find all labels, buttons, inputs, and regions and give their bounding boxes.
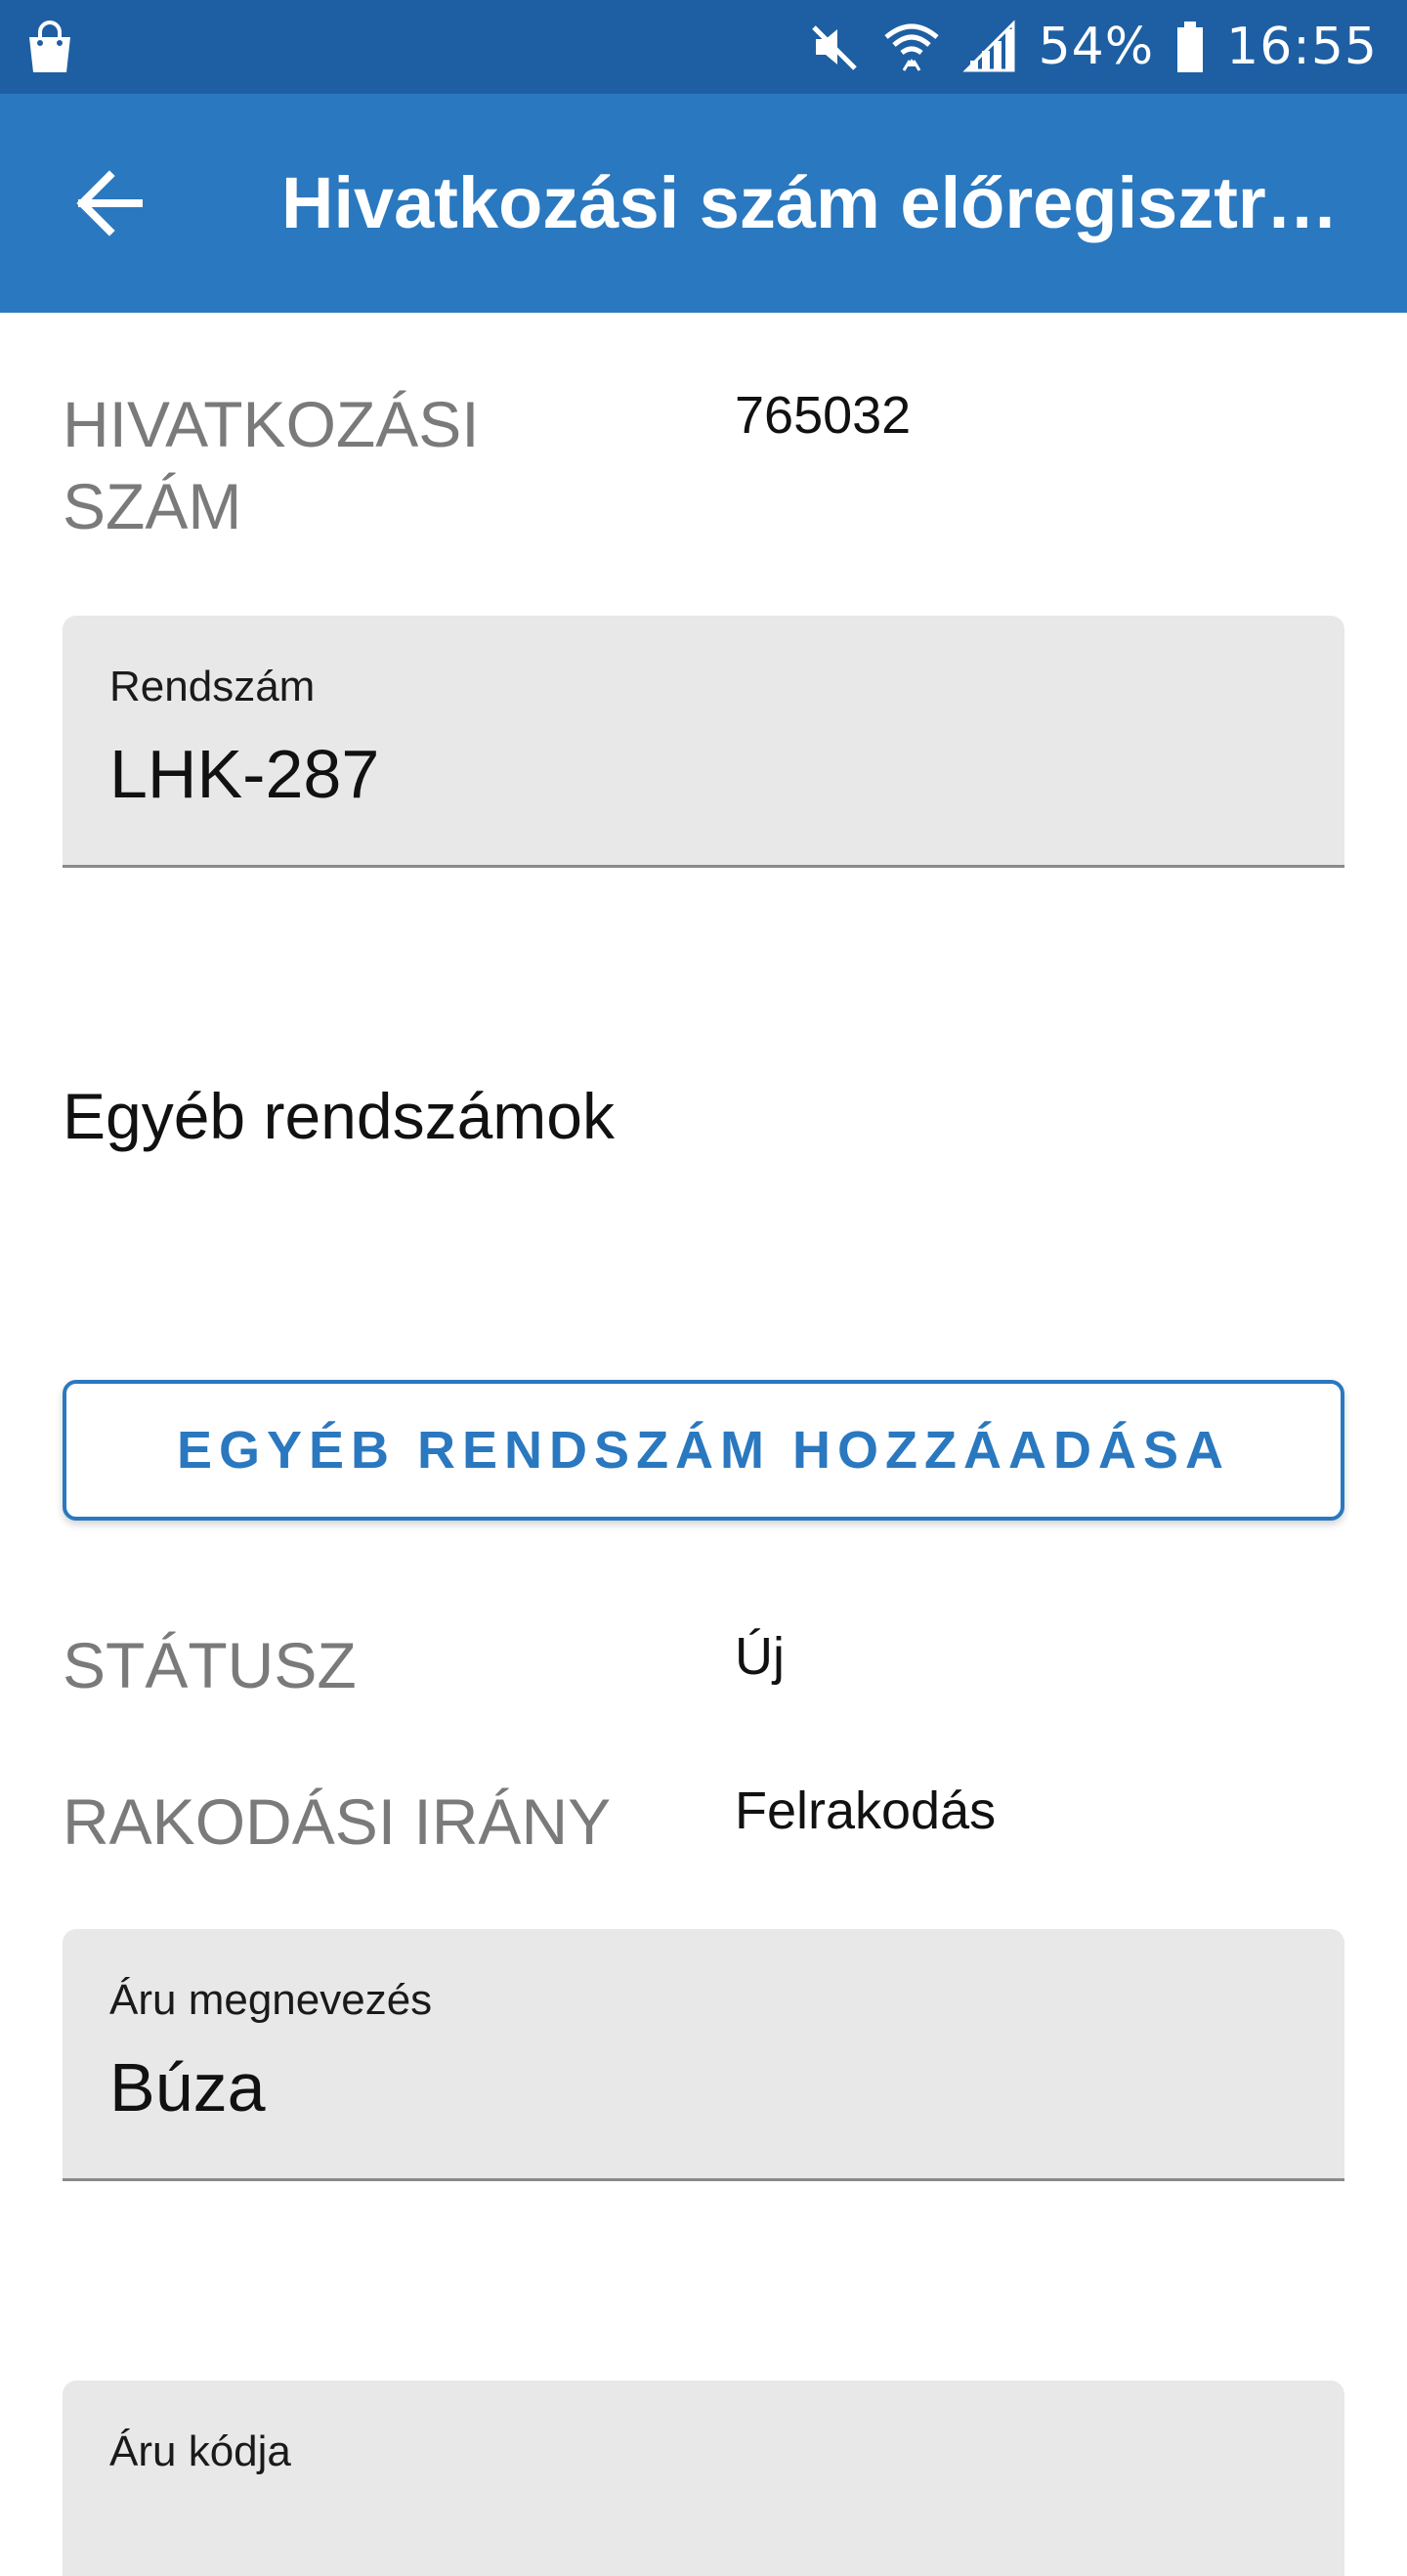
goods-code-label: Áru kódja — [109, 2427, 291, 2475]
battery-icon — [1177, 21, 1204, 72]
battery-percent: 54% — [1038, 18, 1155, 76]
reference-number-value: 765032 — [735, 386, 912, 445]
loading-direction-label: RAKODÁSI IRÁNY — [63, 1785, 612, 1858]
plate-number-field[interactable]: Rendszám LHK-287 — [63, 616, 1344, 868]
loading-direction-value: Felrakodás — [735, 1782, 997, 1840]
page-title: Hivatkozási szám előregisztr… — [281, 162, 1339, 243]
app-bar: Hivatkozási szám előregisztr… — [0, 94, 1407, 313]
status-value: Új — [735, 1627, 785, 1686]
other-plates-heading: Egyéb rendszámok — [63, 1080, 615, 1152]
reference-number-label: HIVATKOZÁSI SZÁM — [63, 383, 480, 547]
goods-code-field[interactable]: Áru kódja — [63, 2381, 1344, 2576]
wifi-icon — [883, 23, 939, 71]
goods-name-field[interactable]: Áru megnevezés Búza — [63, 1929, 1344, 2181]
shopping-bag-icon — [29, 21, 70, 72]
back-button[interactable] — [57, 150, 162, 256]
status-bar: 54% 16:55 — [0, 0, 1407, 94]
reference-label-line2: SZÁM — [63, 470, 242, 542]
clock: 16:55 — [1226, 18, 1378, 76]
status-icons: 54% 16:55 — [810, 0, 1378, 94]
goods-name-label: Áru megnevezés — [109, 1976, 433, 2024]
signal-icon — [961, 20, 1015, 72]
mute-icon — [811, 25, 857, 70]
add-other-plate-button[interactable]: EGYÉB RENDSZÁM HOZZÁADÁSA — [63, 1380, 1344, 1521]
plate-number-input[interactable]: LHK-287 — [109, 735, 379, 813]
goods-name-input[interactable]: Búza — [109, 2048, 266, 2126]
arrow-back-icon — [76, 170, 143, 236]
status-label: STÁTUSZ — [63, 1629, 357, 1701]
reference-label-line1: HIVATKOZÁSI — [63, 388, 480, 460]
plate-number-label: Rendszám — [109, 663, 316, 710]
